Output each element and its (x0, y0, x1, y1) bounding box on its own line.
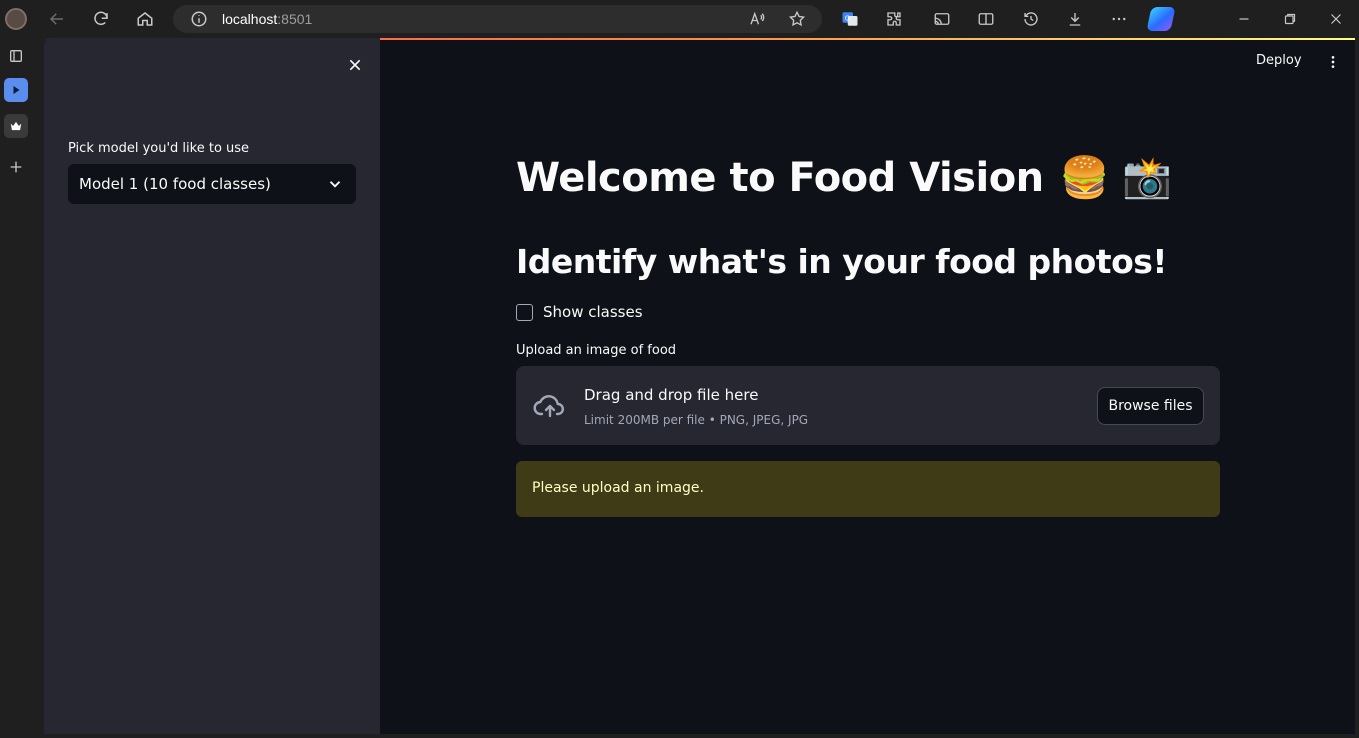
svg-text:G: G (845, 15, 850, 23)
split-screen-icon[interactable] (974, 7, 998, 31)
browser-titlebar: localhost:8501 G (0, 0, 1359, 38)
downloads-icon[interactable] (1063, 7, 1087, 31)
copilot-icon[interactable] (1146, 7, 1176, 31)
window-right-edge (1355, 38, 1359, 738)
page-title: Welcome to Food Vision 🍔 📸 (516, 154, 1173, 202)
profile-avatar[interactable] (5, 8, 27, 30)
checkbox-box[interactable] (516, 303, 533, 321)
app-sidebar: Pick model you'd like to use Model 1 (10… (44, 38, 380, 734)
main-menu-button[interactable] (1323, 52, 1343, 72)
close-sidebar-button[interactable] (343, 53, 367, 77)
page-viewport: Pick model you'd like to use Model 1 (10… (44, 38, 1355, 734)
window-bottom-edge (44, 734, 1359, 738)
dropzone-title: Drag and drop file here (584, 386, 759, 404)
warning-alert: Please upload an image. (516, 461, 1220, 517)
tab-crown-icon[interactable] (4, 114, 28, 138)
tab-streamlit-active-icon[interactable] (4, 78, 28, 102)
model-selectbox[interactable]: Model 1 (10 food classes) (68, 164, 356, 204)
file-dropzone[interactable]: Drag and drop file here Limit 200MB per … (516, 366, 1220, 445)
favorite-star-icon[interactable] (785, 7, 809, 31)
address-bar[interactable]: localhost:8501 (173, 5, 822, 33)
read-aloud-icon[interactable] (745, 7, 769, 31)
back-icon[interactable] (45, 7, 69, 31)
dropzone-limit-text: Limit 200MB per file • PNG, JPEG, JPG (584, 413, 809, 427)
info-icon[interactable] (187, 7, 211, 31)
browser-vertical-sidebar (0, 38, 44, 738)
new-tab-plus-icon[interactable] (4, 155, 28, 179)
model-select-label: Pick model you'd like to use (68, 141, 250, 156)
minimize-icon[interactable] (1232, 7, 1256, 31)
deploy-button[interactable]: Deploy (1256, 53, 1302, 73)
more-options-icon[interactable] (1107, 7, 1131, 31)
show-classes-label: Show classes (543, 303, 643, 321)
page-subtitle: Identify what's in your food photos! (516, 242, 1167, 281)
extensions-icon[interactable] (882, 7, 906, 31)
page-title-text: Welcome to Food Vision (516, 154, 1044, 201)
model-select-value: Model 1 (10 food classes) (79, 175, 271, 193)
cast-icon[interactable] (930, 7, 954, 31)
home-icon[interactable] (133, 7, 157, 31)
url-text: localhost:8501 (222, 11, 313, 27)
tab-actions-icon[interactable] (4, 44, 28, 68)
kebab-menu-icon (1331, 56, 1335, 68)
close-icon (349, 59, 361, 71)
history-icon[interactable] (1019, 7, 1043, 31)
chevron-down-icon (329, 181, 341, 188)
upload-label: Upload an image of food (516, 343, 677, 358)
translate-icon[interactable]: G (838, 7, 862, 31)
show-classes-checkbox[interactable]: Show classes (516, 302, 643, 322)
alert-text: Please upload an image. (532, 480, 704, 496)
close-window-icon[interactable] (1324, 7, 1348, 31)
restore-icon[interactable] (1278, 7, 1302, 31)
burger-camera-emoji: 🍔 📸 (1059, 155, 1173, 201)
cloud-upload-icon (533, 395, 564, 418)
browse-files-button[interactable]: Browse files (1097, 387, 1204, 425)
refresh-icon[interactable] (89, 7, 113, 31)
